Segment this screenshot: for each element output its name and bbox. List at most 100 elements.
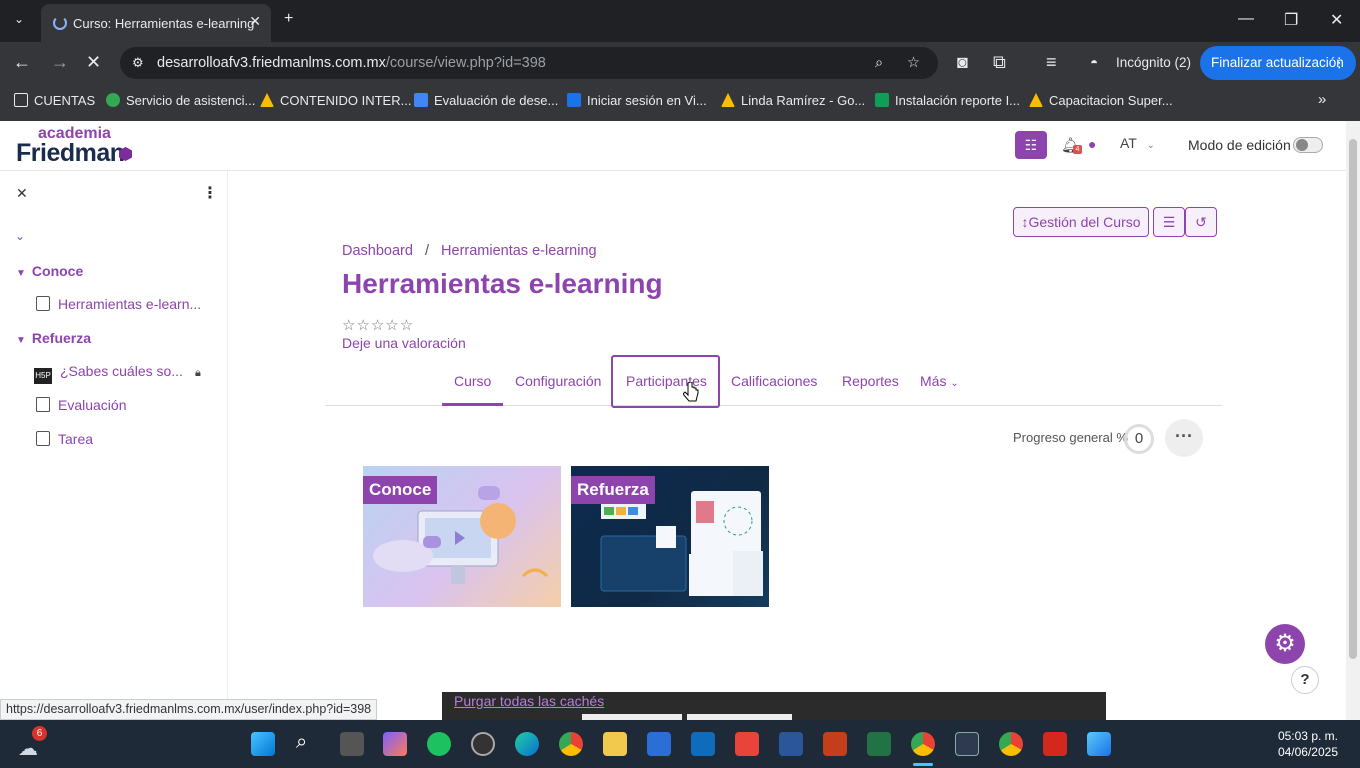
store-icon[interactable] [647,732,671,756]
excel-icon[interactable] [867,732,891,756]
progress-label: Progreso general % [1013,430,1128,445]
close-window-icon[interactable]: ✕ [1330,10,1343,30]
history-button[interactable]: ↺ [1185,207,1217,237]
section-card-label: Conoce [363,476,438,504]
acrobat-icon[interactable] [1043,732,1067,756]
site-info-icon[interactable]: ⚙ [132,47,144,79]
purge-caches-link[interactable]: Purgar todas las cachés [454,693,604,709]
address-bar[interactable]: ⚙ desarrolloafv3.friedmanlms.com.mx/cour… [120,47,938,79]
bookmark-item[interactable]: CUENTAS [14,93,95,108]
page-title: Herramientas e-learning [342,268,663,299]
windows-start-icon[interactable] [251,732,275,756]
bookmark-star-icon[interactable]: ☆ [907,47,920,79]
camera-icon[interactable]: ◙ [957,52,968,73]
sidebar-item-sabes[interactable]: H5P ¿Sabes cuáles so... 🔒︎ [34,363,201,384]
section-card-label: Refuerza [571,476,655,504]
forward-icon[interactable]: → [51,52,69,73]
apps-grid-button[interactable]: ☷ [1015,131,1047,159]
edge-icon[interactable] [515,732,539,756]
incognito-indicator[interactable]: ◓ Incógnito (2) [1080,47,1192,79]
chrome-icon[interactable] [559,732,583,756]
update-button[interactable]: Finalizar actualización ⋮ [1200,46,1356,80]
media-icon[interactable]: ≡ [1046,52,1057,73]
weather-widget[interactable]: ☁ 6 [18,726,47,760]
photos-icon[interactable] [1087,732,1111,756]
copilot-icon[interactable] [383,732,407,756]
list-view-button[interactable]: ☰ [1153,207,1185,237]
anydesk-icon[interactable] [735,732,759,756]
close-tab-icon[interactable]: ✕ [249,13,261,30]
section-card-conoce[interactable]: Conoce [363,466,561,607]
sidebar-item-tarea[interactable]: Tarea [36,431,93,447]
system-clock[interactable]: 05:03 p. m. 04/06/2025 [1270,728,1338,760]
bookmark-item[interactable]: Iniciar sesión en Vi... [567,93,707,108]
bookmark-item[interactable]: Evaluación de dese... [414,93,558,108]
rating-prompt-link[interactable]: Deje una valoración [342,335,466,351]
more-bookmarks-icon[interactable]: » [1318,91,1326,108]
tab-curso[interactable]: Curso [454,373,491,389]
scrollbar-thumb[interactable] [1349,139,1357,659]
tab-calificaciones[interactable]: Calificaciones [731,373,817,389]
word-icon[interactable] [779,732,803,756]
bookmark-item[interactable]: Capacitacion Super... [1029,93,1173,108]
sidebar-item-herramientas[interactable]: Herramientas e-learn... [36,296,201,312]
tab-reportes[interactable]: Reportes [842,373,899,389]
powerpoint-icon[interactable] [823,732,847,756]
task-view-icon[interactable] [340,732,364,756]
extensions-icon[interactable]: ⧉ [993,52,1006,73]
bookmark-item[interactable]: CONTENIDO INTER... [260,93,411,108]
menu-kebab-icon[interactable]: ⋮ [1333,46,1347,80]
url-path: /course/view.php?id=398 [385,55,546,71]
browser-tab[interactable]: Curso: Herramientas e-learning ✕ [41,4,271,42]
tab-configuracion[interactable]: Configuración [515,373,601,389]
minimize-icon[interactable]: — [1238,10,1254,28]
tab-hover-highlight [611,355,720,408]
history-icon: ↺ [1195,214,1207,230]
rating-stars[interactable]: ☆☆☆☆☆ [342,316,414,334]
tab-search-icon[interactable]: ⌄ [14,12,24,26]
file-explorer-icon[interactable] [603,732,627,756]
maximize-icon[interactable]: ❐ [1284,10,1298,30]
drawer-menu-kebab-icon[interactable]: ⋮ [202,183,218,203]
tab-title: Curso: Herramientas e-learning [73,15,255,31]
sidebar-item-evaluacion[interactable]: Evaluación [36,397,127,413]
collapse-all-chevron-icon[interactable]: ⌄ [15,229,25,243]
chevron-down-icon: ⌄ [950,378,959,389]
browser-toolbar: ← → ✕ ⚙ desarrolloafv3.friedmanlms.com.m… [0,42,1360,84]
section-card-refuerza[interactable]: Refuerza [571,466,769,607]
manage-course-button[interactable]: ↕Gestión del Curso [1013,207,1149,237]
course-tabs: Curso Configuración Participantes Califi… [325,355,1222,408]
close-drawer-icon[interactable]: ✕ [16,185,28,202]
zoom-icon[interactable]: ⌕ [875,47,883,79]
sidebar-section-conoce[interactable]: ▼ Conoce [16,263,83,279]
openai-icon[interactable] [471,732,495,756]
course-index-drawer: ✕ ⋮ ⌄ ▼ Conoce Herramientas e-learn... ▼ R… [0,171,228,701]
help-button[interactable]: ? [1291,666,1319,694]
bookmark-item[interactable]: Instalación reporte I... [875,93,1020,108]
breadcrumb-course[interactable]: Herramientas e-learning [441,243,597,259]
back-icon[interactable]: ← [13,52,31,73]
bookmark-item[interactable]: Linda Ramírez - Go... [721,93,865,108]
section-label: Conoce [31,263,84,279]
tab-mas[interactable]: Más ⌄ [920,373,959,389]
outlook-icon[interactable] [691,732,715,756]
edit-mode-toggle[interactable] [1293,137,1323,153]
stop-icon[interactable]: ✕ [86,52,101,73]
new-tab-icon[interactable]: + [284,10,293,28]
user-avatar[interactable]: AT ⌄ [1120,135,1155,151]
progress-value: 0 [1134,430,1144,447]
sidebar-section-refuerza[interactable]: ▼ Refuerza [16,330,91,346]
page-scrollbar[interactable] [1346,121,1360,720]
snipping-tool-icon[interactable] [955,732,979,756]
breadcrumb-dashboard[interactable]: Dashboard [342,243,413,259]
security-app-icon[interactable] [427,732,451,756]
chat-icon[interactable]: ● [1088,136,1096,152]
search-icon[interactable]: ⌕ [296,731,307,754]
chrome-profile-icon[interactable] [999,732,1023,756]
tab-mas-label: Más [920,373,947,389]
chrome-incognito-icon[interactable] [911,732,935,756]
settings-gear-button[interactable]: ⚙ [1265,624,1305,664]
bookmark-item[interactable]: Servicio de asistenci... [106,93,255,108]
more-options-button[interactable]: ··· [1165,419,1203,457]
item-label: Tarea [58,431,94,447]
